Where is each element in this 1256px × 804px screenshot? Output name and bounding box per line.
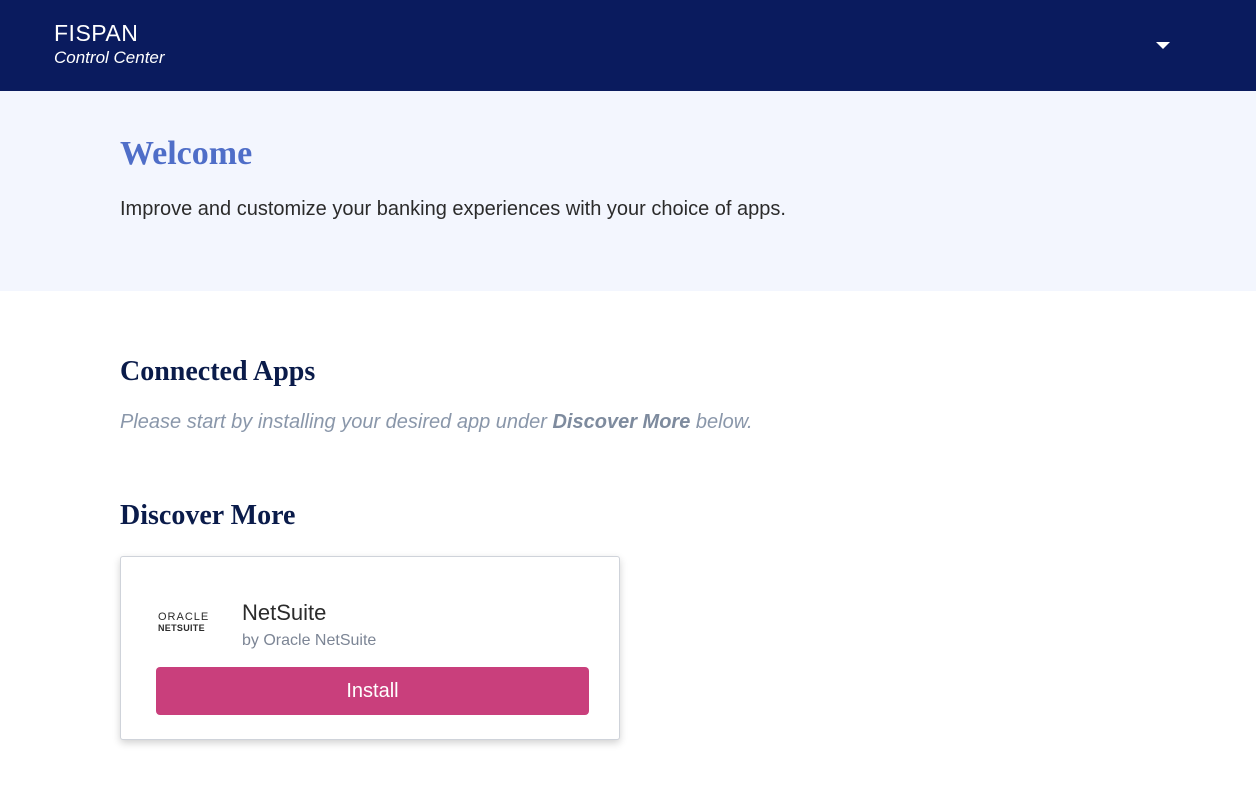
brand[interactable]: FISPAN Control Center [54,20,165,69]
connected-apps-empty-hint: Please start by installing your desired … [120,408,753,436]
connected-apps-heading: Connected Apps [120,356,316,387]
caret-down-icon [1156,41,1170,49]
app-name: NetSuite [242,600,327,625]
logo-line-oracle: ORACLE [158,611,210,623]
page-title: Welcome [120,135,253,172]
hint-emphasis: Discover More [552,411,691,433]
app-vendor: by Oracle NetSuite [242,632,377,649]
discover-more-heading: Discover More [120,500,296,531]
install-button[interactable]: Install [156,667,589,715]
account-menu-toggle[interactable] [1148,30,1178,60]
brand-name: FISPAN [54,20,139,46]
app-card-netsuite: ORACLE NETSUITE NetSuite by Oracle NetSu… [120,556,620,740]
welcome-banner: Welcome Improve and customize your banki… [0,91,1256,291]
hint-prefix: Please start by installing your desired … [120,411,553,433]
logo-line-netsuite: NETSUITE [158,623,205,633]
top-navigation-bar: FISPAN Control Center [0,0,1256,91]
hint-suffix: below. [690,411,753,433]
welcome-description: Improve and customize your banking exper… [120,198,786,220]
brand-subtitle: Control Center [54,48,165,67]
oracle-netsuite-logo: ORACLE NETSUITE [158,611,218,634]
